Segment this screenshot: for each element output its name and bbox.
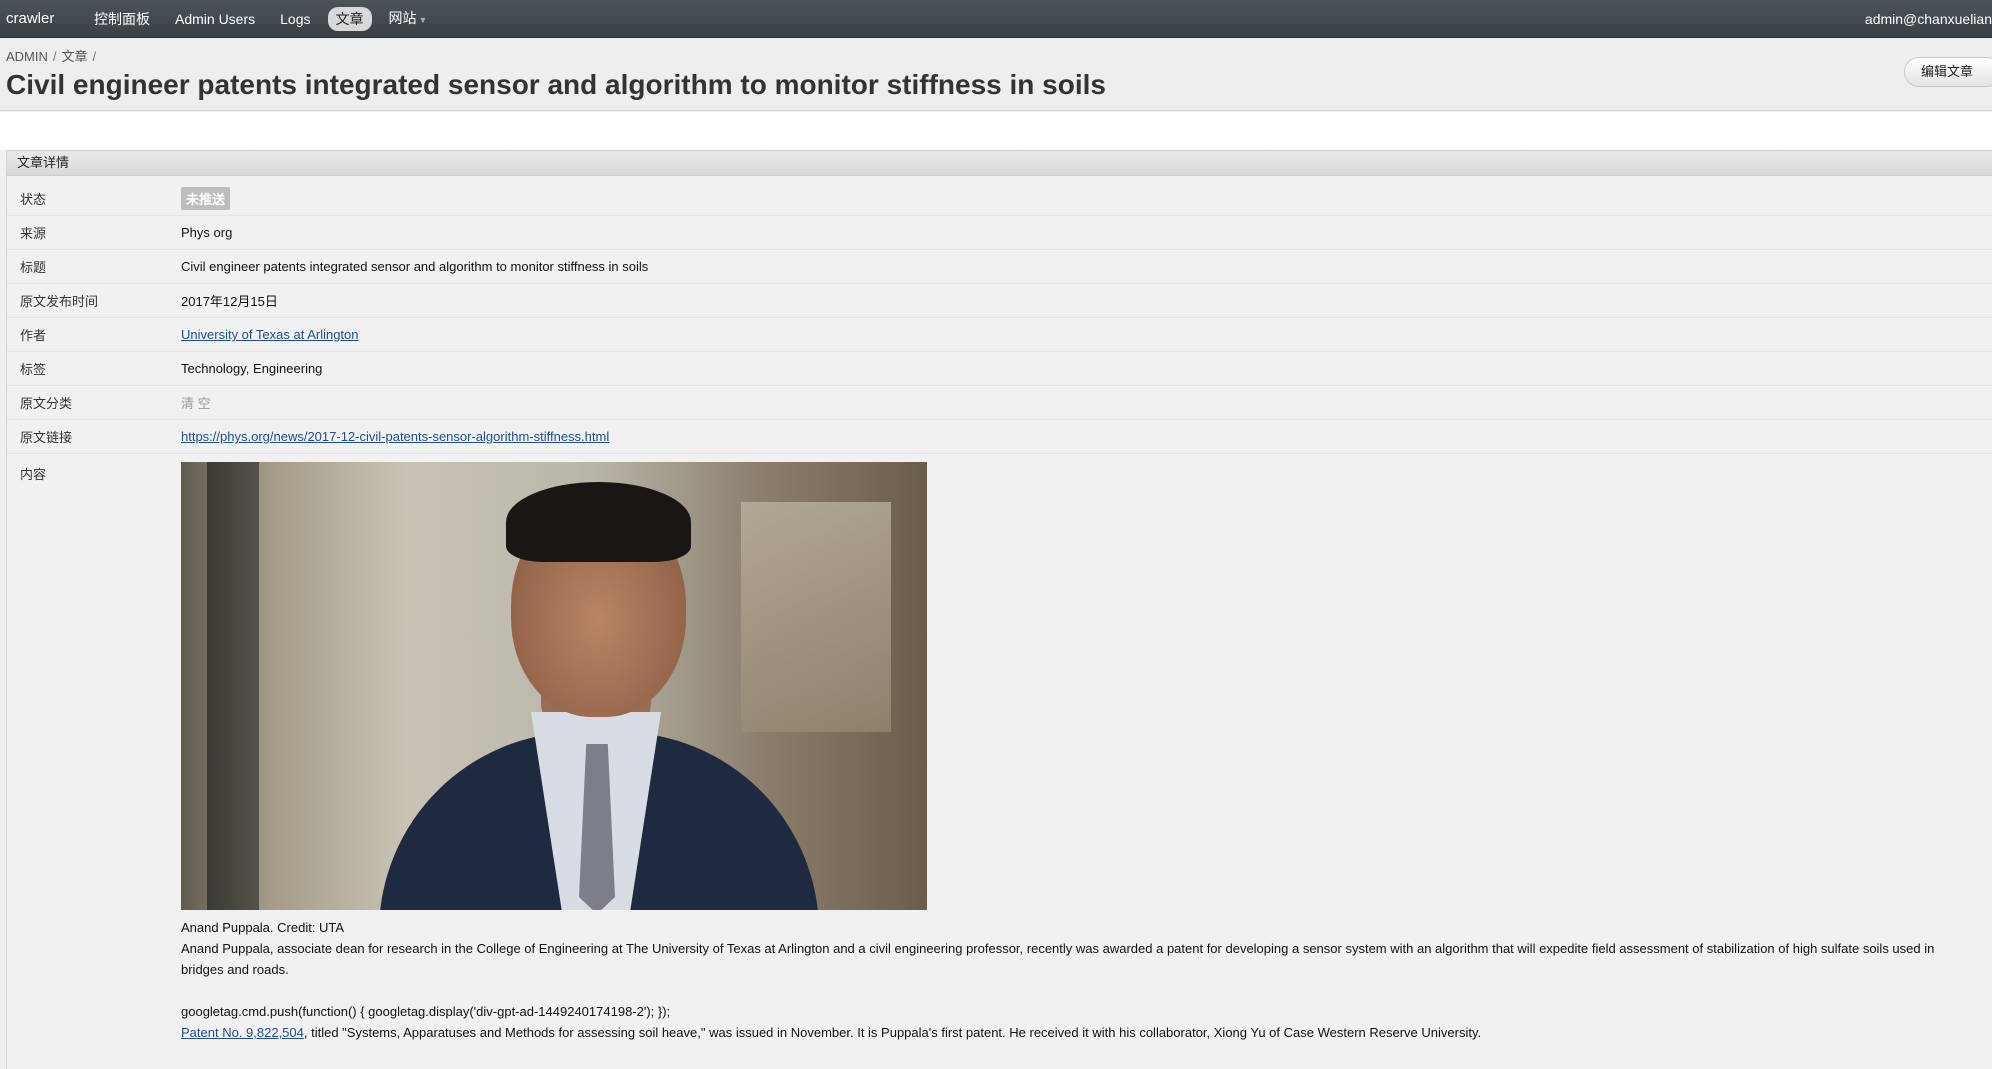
published-value: 2017年12月15日 <box>181 294 278 309</box>
article-content: Anand Puppala. Credit: UTA Anand Puppala… <box>181 462 1981 1043</box>
row-source: 来源 Phys org <box>7 216 1992 250</box>
top-navbar: crawler 控制面板 Admin Users Logs 文章 网站 ▼ adm… <box>0 0 1992 38</box>
nav-admin-users[interactable]: Admin Users <box>167 7 263 31</box>
author-label: 作者 <box>20 328 47 343</box>
nav-dashboard[interactable]: 控制面板 <box>86 7 158 31</box>
status-label: 状态 <box>20 192 47 207</box>
nav-logs[interactable]: Logs <box>272 7 318 31</box>
breadcrumb-separator: / <box>52 49 57 64</box>
panel-title: 文章详情 <box>7 150 1992 176</box>
script-text: googletag.cmd.push(function() { googleta… <box>181 1004 671 1019</box>
paragraph-1-line-1: Anand Puppala, associate dean for resear… <box>181 941 1935 956</box>
nav-articles[interactable]: 文章 <box>327 6 372 31</box>
chevron-down-icon: ▼ <box>418 14 428 25</box>
patent-link[interactable]: Patent No. 9,822,504 <box>181 1025 304 1040</box>
user-menu[interactable]: admin@chanxuelian <box>1865 0 1992 38</box>
breadcrumb: ADMIN / 文章 / <box>6 46 101 65</box>
brand-logo[interactable]: crawler <box>0 10 86 27</box>
photo-caption: Anand Puppala. Credit: UTA <box>181 920 345 935</box>
content-label: 内容 <box>20 467 47 482</box>
category-label: 原文分类 <box>20 396 73 411</box>
row-status: 状态 未推送 <box>7 182 1992 216</box>
nav-websites[interactable]: 网站 ▼ <box>381 6 436 32</box>
patent-text: , titled "Systems, Apparatuses and Metho… <box>303 1025 1482 1040</box>
tags-value: Technology, Engineering <box>181 361 323 376</box>
published-label: 原文发布时间 <box>20 294 99 309</box>
title-value: Civil engineer patents integrated sensor… <box>181 259 649 274</box>
photo-background-pillar <box>207 462 259 910</box>
article-details-panel: 文章详情 状态 未推送 来源 Phys org 标题 Civil enginee… <box>6 150 1992 1069</box>
page-header: ADMIN / 文章 / Civil engineer patents integra… <box>0 38 1992 111</box>
author-link[interactable]: University of Texas at Arlington <box>181 327 359 342</box>
original-link[interactable]: https://phys.org/news/2017-12-civil-pate… <box>181 429 609 444</box>
tags-label: 标签 <box>20 362 47 377</box>
breadcrumb-articles[interactable]: 文章 <box>62 49 88 64</box>
breadcrumb-admin[interactable]: ADMIN <box>6 49 48 64</box>
status-badge: 未推送 <box>181 187 231 210</box>
nav-websites-label: 网站 <box>388 9 417 26</box>
row-content: 内容 Anand Puppala. Credit: UTA Anand Pupp… <box>7 454 1992 1043</box>
paragraph-1-line-2: bridges and roads. <box>181 962 289 977</box>
row-category: 原文分类 清 空 <box>7 386 1992 420</box>
row-link: 原文链接 https://phys.org/news/2017-12-civil… <box>7 420 1992 454</box>
link-label: 原文链接 <box>20 430 73 445</box>
title-label: 标题 <box>20 260 47 275</box>
page-title: Civil engineer patents integrated sensor… <box>6 69 1106 100</box>
photo-hair <box>506 482 691 562</box>
breadcrumb-separator: / <box>92 49 97 64</box>
category-value: 清 空 <box>181 396 211 411</box>
article-photo <box>181 462 927 910</box>
paragraph-2: Patent No. 9,822,504, titled "Systems, A… <box>181 1022 1981 1043</box>
row-title: 标题 Civil engineer patents integrated sen… <box>7 250 1992 284</box>
row-author: 作者 University of Texas at Arlington <box>7 318 1992 352</box>
source-label: 来源 <box>20 226 47 241</box>
edit-article-button[interactable]: 编辑文章 <box>1903 57 1992 87</box>
row-published: 原文发布时间 2017年12月15日 <box>7 284 1992 318</box>
source-value: Phys org <box>181 225 233 240</box>
spacer-strip <box>0 112 1992 150</box>
row-tags: 标签 Technology, Engineering <box>7 352 1992 386</box>
photo-background-window <box>741 502 891 732</box>
